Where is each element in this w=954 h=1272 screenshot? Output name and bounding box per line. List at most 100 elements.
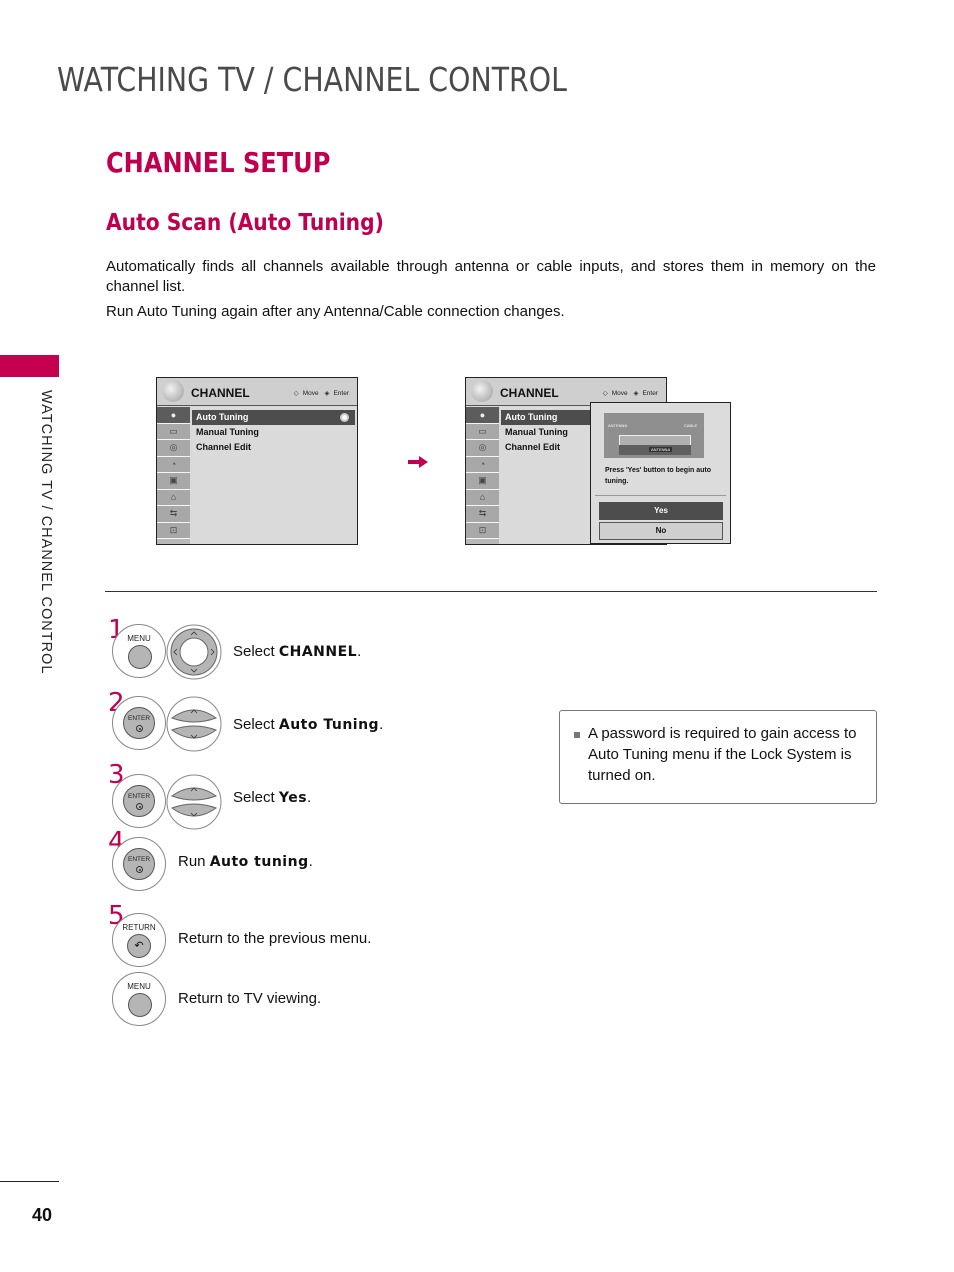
step-text-suffix: . [357,643,362,660]
note-box: A password is required to gain access to… [559,710,877,804]
enter-button-disc: ENTER [123,785,155,817]
navigation-pad-icon[interactable] [166,624,222,680]
osd-nav-hint: ◇ Move ◈ Enter [599,389,658,397]
move-icon: ◇ [602,390,608,397]
subsection-title: Auto Scan (Auto Tuning) [106,210,384,236]
return-button-label: RETURN [122,923,156,932]
return-button[interactable]: RETURN ↶ [112,913,166,967]
step-text-bold: Auto Tuning [278,717,380,733]
osd-title: CHANNEL [500,386,559,400]
popup-divider [595,495,726,496]
osd-title: CHANNEL [191,386,250,400]
enter-button[interactable]: ENTER [112,774,166,828]
enter-button-disc: ENTER [123,848,155,880]
step-6-text: Return to TV viewing. [178,990,322,1007]
menu-button[interactable]: MENU [112,624,166,678]
enter-radio-icon [340,413,349,422]
menu-button-label: MENU [127,982,151,991]
description-note: Run Auto Tuning again after any Antenna/… [106,303,565,320]
step-text-prefix: Select [233,789,279,806]
lock-icon[interactable]: ⌂ [157,489,190,506]
menu-button-disc [128,993,152,1017]
osd-item-auto-tuning[interactable]: Auto Tuning [192,410,355,425]
step-1-text: Select CHANNEL. [233,643,361,660]
channel-icon[interactable]: ● [157,407,190,424]
popup-message: Press 'Yes' button to begin auto tuning. [605,467,712,485]
step-3-text: Select Yes. [233,789,311,806]
option-icon[interactable]: ▣ [466,473,499,490]
enter-label: ENTER [127,715,151,722]
time-icon[interactable]: ◔ [157,456,190,473]
enter-dot-icon [136,803,143,810]
diagram-cable-label: CABLE [684,423,698,428]
step-text-suffix: . [307,789,312,806]
osd-nav-hint: ◇ Move ◈ Enter [290,389,349,397]
enter-label: ENTER [127,793,151,800]
enter-dot-icon [136,725,143,732]
input-icon[interactable]: ⇆ [157,506,190,523]
time-icon[interactable]: ◔ [466,456,499,473]
input-icon[interactable]: ⇆ [466,506,499,523]
step-5-text: Return to the previous menu. [178,930,372,947]
step-2-text: Select Auto Tuning. [233,716,383,733]
section-divider [105,591,877,592]
satellite-dish-icon [471,380,493,402]
menu-button-disc [128,645,152,669]
usb-icon[interactable]: ⊡ [466,522,499,539]
lock-icon[interactable]: ⌂ [466,489,499,506]
diagram-input-label: ANTENNA [649,447,673,452]
enter-hint: Enter [642,390,658,397]
step-text-prefix: Select [233,643,279,660]
osd-item-channel-edit[interactable]: Channel Edit [501,440,560,455]
diagram-antenna-label: ANTENNA [608,423,628,428]
right-arrow-icon [408,456,428,468]
picture-icon[interactable]: ▭ [466,423,499,440]
osd-item-manual-tuning[interactable]: Manual Tuning [501,425,568,440]
enter-icon: ◈ [633,390,639,397]
picture-icon[interactable]: ▭ [157,423,190,440]
step-text-prefix: Select [233,716,279,733]
move-hint: Move [611,390,628,397]
footer-rule [0,1181,59,1182]
return-arrow-icon: ↶ [127,934,151,958]
up-down-buttons-icon[interactable] [166,696,222,752]
auto-tuning-popup: ANTENNA CABLE ANTENNA Press 'Yes' button… [590,402,731,544]
audio-icon[interactable]: ◎ [466,440,499,457]
step-4-text: Run Auto tuning. [178,853,313,870]
move-hint: Move [302,390,319,397]
step-text-bold: Yes [278,790,308,806]
bullet-square-icon [574,732,580,738]
enter-button[interactable]: ENTER [112,837,166,891]
channel-icon[interactable]: ● [466,407,499,424]
osd-channel-menu: CHANNEL ◇ Move ◈ Enter ● ▭ ◎ ◔ ▣ ⌂ ⇆ ⊡ Aut… [156,377,358,545]
description-paragraph: Automatically finds all channels availab… [106,258,876,295]
step-text-bold: Auto tuning [209,854,309,870]
no-button[interactable]: No [599,522,723,540]
osd-item-channel-edit[interactable]: Channel Edit [192,440,251,455]
step-text-prefix: Run [178,853,210,870]
osd-icon-column: ● ▭ ◎ ◔ ▣ ⌂ ⇆ ⊡ [157,407,190,544]
osd-header: CHANNEL ◇ Move ◈ Enter [157,378,357,406]
option-icon[interactable]: ▣ [157,473,190,490]
osd-item-auto-tuning[interactable]: Auto Tuning [501,410,593,425]
enter-hint: Enter [333,390,349,397]
usb-icon[interactable]: ⊡ [157,522,190,539]
enter-button[interactable]: ENTER [112,696,166,750]
step-text-bold: CHANNEL [278,644,358,660]
enter-icon: ◈ [324,390,330,397]
osd-items: Auto Tuning Manual Tuning Channel Edit [190,407,357,544]
enter-label: ENTER [127,856,151,863]
up-down-buttons-icon[interactable] [166,774,222,830]
section-title: CHANNEL SETUP [106,146,331,179]
menu-button-label: MENU [127,634,151,643]
page-number: 40 [32,1205,53,1225]
step-text-suffix: . [308,853,313,870]
menu-button[interactable]: MENU [112,972,166,1026]
enter-dot-icon [136,866,143,873]
note-text: A password is required to gain access to… [588,725,857,784]
satellite-dish-icon [162,380,184,402]
osd-item-manual-tuning[interactable]: Manual Tuning [192,425,259,440]
audio-icon[interactable]: ◎ [157,440,190,457]
yes-button[interactable]: Yes [599,502,723,520]
osd-icon-column: ● ▭ ◎ ◔ ▣ ⌂ ⇆ ⊡ [466,407,499,544]
